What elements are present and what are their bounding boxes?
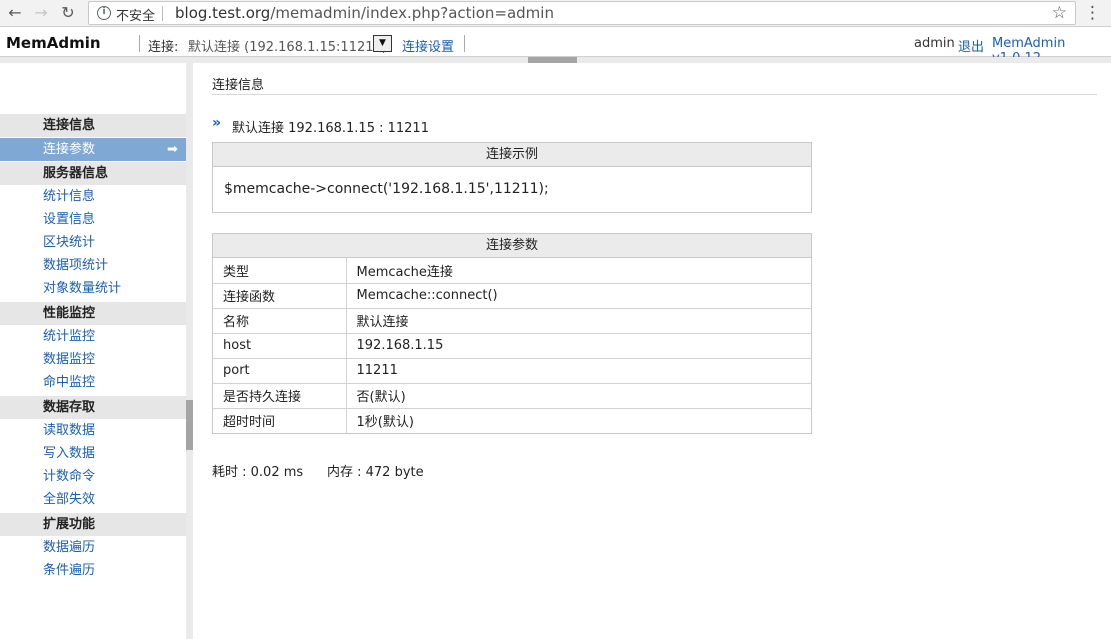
sidebar-item-data-traverse[interactable]: 数据遍历	[43, 538, 95, 558]
sidebar-section-monitoring: 性能监控	[0, 302, 186, 325]
table-row: 超时时间 1秒(默认)	[213, 407, 811, 433]
vertical-splitter-handle[interactable]	[186, 400, 193, 450]
sidebar-item-connection-params[interactable]: 连接参数 ➡	[0, 138, 186, 161]
table-row: 是否持久连接 否(默认)	[213, 382, 811, 408]
param-key: 名称	[213, 307, 347, 333]
double-chevron-icon: »	[212, 115, 222, 131]
sidebar-item-read-data[interactable]: 读取数据	[43, 421, 95, 441]
example-header: 连接示例	[213, 143, 811, 167]
brand-title: MemAdmin	[6, 34, 101, 52]
connection-label: 连接:	[148, 40, 179, 55]
sidebar-item-settings[interactable]: 设置信息	[43, 210, 95, 230]
table-row: 连接函数 Memcache::connect()	[213, 282, 811, 308]
param-value: Memcache::connect()	[346, 282, 811, 308]
url-path: /memadmin/index.php?action=admin	[270, 4, 554, 22]
table-row: 名称 默认连接	[213, 307, 811, 333]
table-row: host 192.168.1.15	[213, 332, 811, 358]
sidebar-item-item-stats[interactable]: 数据项统计	[43, 256, 108, 276]
param-key: 是否持久连接	[213, 382, 347, 408]
sidebar-section-extensions: 扩展功能	[0, 513, 186, 536]
sidebar-section-server: 服务器信息	[0, 162, 186, 185]
table-row: port 11211	[213, 357, 811, 383]
params-box: 连接参数 类型 Memcache连接 连接函数 Memcache::connect(…	[212, 233, 812, 434]
params-header: 连接参数	[213, 234, 811, 258]
sidebar-section-connection: 连接信息	[0, 114, 186, 137]
browser-toolbar: ← → ↻ i 不安全 blog.test.org/memadmin/index…	[0, 0, 1111, 27]
time-stat: 耗时 : 0.02 ms	[212, 465, 304, 480]
sidebar-item-object-count[interactable]: 对象数量统计	[43, 279, 121, 299]
param-key: port	[213, 357, 347, 383]
memory-stat: 内存 : 472 byte	[327, 465, 424, 480]
sidebar-item-data-monitor[interactable]: 数据监控	[43, 350, 95, 370]
header-divider	[464, 35, 465, 52]
param-value: 11211	[346, 357, 811, 383]
connection-summary: 默认连接 192.168.1.15 : 11211	[232, 121, 429, 136]
app-header: MemAdmin 连接: 默认连接 (192.168.1.15:11211) ▼…	[0, 27, 1111, 66]
header-divider	[139, 35, 140, 52]
connection-select-value[interactable]: 默认连接 (192.168.1.15:11211)	[188, 36, 387, 55]
back-icon[interactable]: ←	[5, 3, 25, 23]
sidebar-item-counter-command[interactable]: 计数命令	[43, 467, 95, 487]
forward-icon[interactable]: →	[31, 3, 51, 23]
sidebar: 连接信息 连接参数 ➡ 服务器信息 统计信息 设置信息 区块统计 数据项统计 对…	[0, 63, 186, 639]
param-key: 类型	[213, 258, 347, 283]
address-bar[interactable]: i 不安全 blog.test.org/memadmin/index.php?a…	[88, 1, 1076, 25]
param-key: host	[213, 332, 347, 358]
bookmark-star-icon[interactable]: ☆	[1052, 3, 1067, 23]
connection-dropdown-button[interactable]: ▼	[373, 35, 392, 52]
param-value: 否(默认)	[346, 382, 811, 408]
example-box: 连接示例 $memcache->connect('192.168.1.15',1…	[212, 142, 812, 213]
sidebar-item-write-data[interactable]: 写入数据	[43, 444, 95, 464]
param-value: 192.168.1.15	[346, 332, 811, 358]
info-icon[interactable]: i	[97, 6, 111, 20]
param-value: Memcache连接	[356, 264, 453, 280]
sidebar-item-stats-monitor[interactable]: 统计监控	[43, 327, 95, 347]
reload-icon[interactable]: ↻	[58, 3, 78, 23]
browser-menu-icon[interactable]: ⋮	[1084, 3, 1101, 23]
param-value: 默认连接	[346, 307, 811, 333]
sidebar-item-label: 连接参数	[43, 142, 96, 157]
main-content: 连接信息 » 默认连接 192.168.1.15 : 11211 连接示例 $m…	[193, 63, 1111, 639]
page-title: 连接信息	[212, 78, 265, 93]
sidebar-item-flush-all[interactable]: 全部失效	[43, 490, 95, 510]
sidebar-item-slab-stats[interactable]: 区块统计	[43, 233, 95, 253]
url-host: blog.test.org	[175, 4, 271, 22]
param-key: 超时时间	[213, 407, 347, 433]
sidebar-section-data-access: 数据存取	[0, 396, 186, 419]
insecure-label[interactable]: 不安全	[116, 5, 155, 24]
sidebar-item-stats[interactable]: 统计信息	[43, 187, 95, 207]
title-divider	[212, 94, 1097, 95]
arrow-right-icon: ➡	[167, 142, 178, 157]
param-value: 1秒(默认)	[346, 407, 811, 433]
connection-settings-link[interactable]: 连接设置	[402, 36, 454, 55]
table-row: 类型 Memcache连接	[213, 258, 811, 283]
sidebar-item-condition-traverse[interactable]: 条件遍历	[43, 561, 95, 581]
example-code: $memcache->connect('192.168.1.15',11211)…	[224, 181, 549, 197]
sidebar-item-hit-monitor[interactable]: 命中监控	[43, 373, 95, 393]
vertical-splitter[interactable]	[186, 63, 193, 639]
param-key: 连接函数	[213, 282, 347, 308]
user-name: admin	[914, 36, 955, 51]
address-divider	[162, 6, 163, 21]
params-table: 类型 Memcache连接 连接函数 Memcache::connect() 名称默…	[213, 258, 811, 433]
logout-link[interactable]: 退出	[958, 36, 984, 55]
url-text[interactable]: blog.test.org/memadmin/index.php?action=…	[175, 4, 554, 22]
